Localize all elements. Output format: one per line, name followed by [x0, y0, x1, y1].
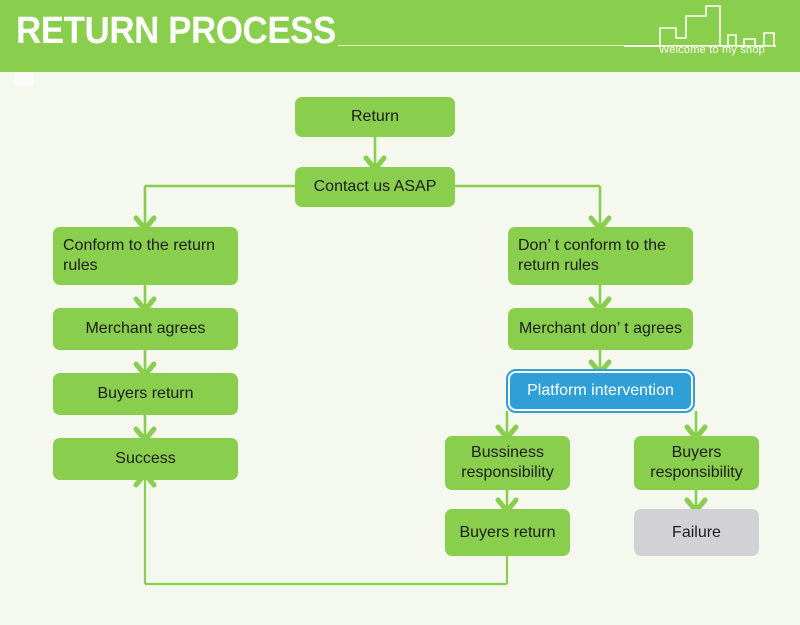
node-success[interactable]: Success — [53, 438, 238, 480]
header-tagline: Welcome to my shop — [658, 44, 765, 56]
node-merchant-dont-agrees-label: Merchant don’ t agrees — [518, 320, 683, 337]
node-buyers-responsibility-label: Buyers responsibility — [650, 444, 743, 481]
node-merchant-agrees-label: Merchant agrees — [85, 320, 206, 337]
node-failure[interactable]: Failure — [634, 509, 759, 556]
node-conform-to-return-rules-label: Conform to the return rules — [63, 237, 216, 274]
node-conform-to-return-rules[interactable]: Conform to the return rules — [53, 227, 238, 285]
node-return[interactable]: Return — [295, 97, 455, 137]
node-buyers-responsibility[interactable]: Buyers responsibility — [634, 436, 759, 490]
node-platform-intervention[interactable]: Platform intervention — [506, 369, 695, 413]
flowchart-canvas: Return Contact us ASAP Conform to the re… — [0, 72, 800, 625]
node-contact-us-asap-label: Contact us ASAP — [313, 178, 437, 195]
page-title: RETURN PROCESS — [16, 10, 336, 52]
node-return-label: Return — [350, 108, 400, 125]
node-contact-us-asap[interactable]: Contact us ASAP — [295, 167, 455, 207]
node-platform-intervention-label: Platform intervention — [527, 382, 674, 399]
node-success-label: Success — [115, 450, 176, 467]
node-merchant-dont-agrees[interactable]: Merchant don’ t agrees — [508, 308, 693, 350]
node-dont-conform-to-return-rules-label: Don’ t conform to the return rules — [518, 237, 666, 274]
node-bussiness-responsibility-label: Bussiness responsibility — [461, 444, 554, 481]
node-buyers-return-left[interactable]: Buyers return — [53, 373, 238, 415]
node-failure-label: Failure — [672, 523, 721, 541]
node-buyers-return-left-label: Buyers return — [97, 385, 194, 402]
node-buyers-return-right[interactable]: Buyers return — [445, 509, 570, 556]
node-buyers-return-right-label: Buyers return — [459, 523, 556, 541]
node-merchant-agrees[interactable]: Merchant agrees — [53, 308, 238, 350]
node-dont-conform-to-return-rules[interactable]: Don’ t conform to the return rules — [508, 227, 693, 285]
page-header: RETURN PROCESS Welcome to my shop — [0, 0, 800, 72]
node-bussiness-responsibility[interactable]: Bussiness responsibility — [445, 436, 570, 490]
